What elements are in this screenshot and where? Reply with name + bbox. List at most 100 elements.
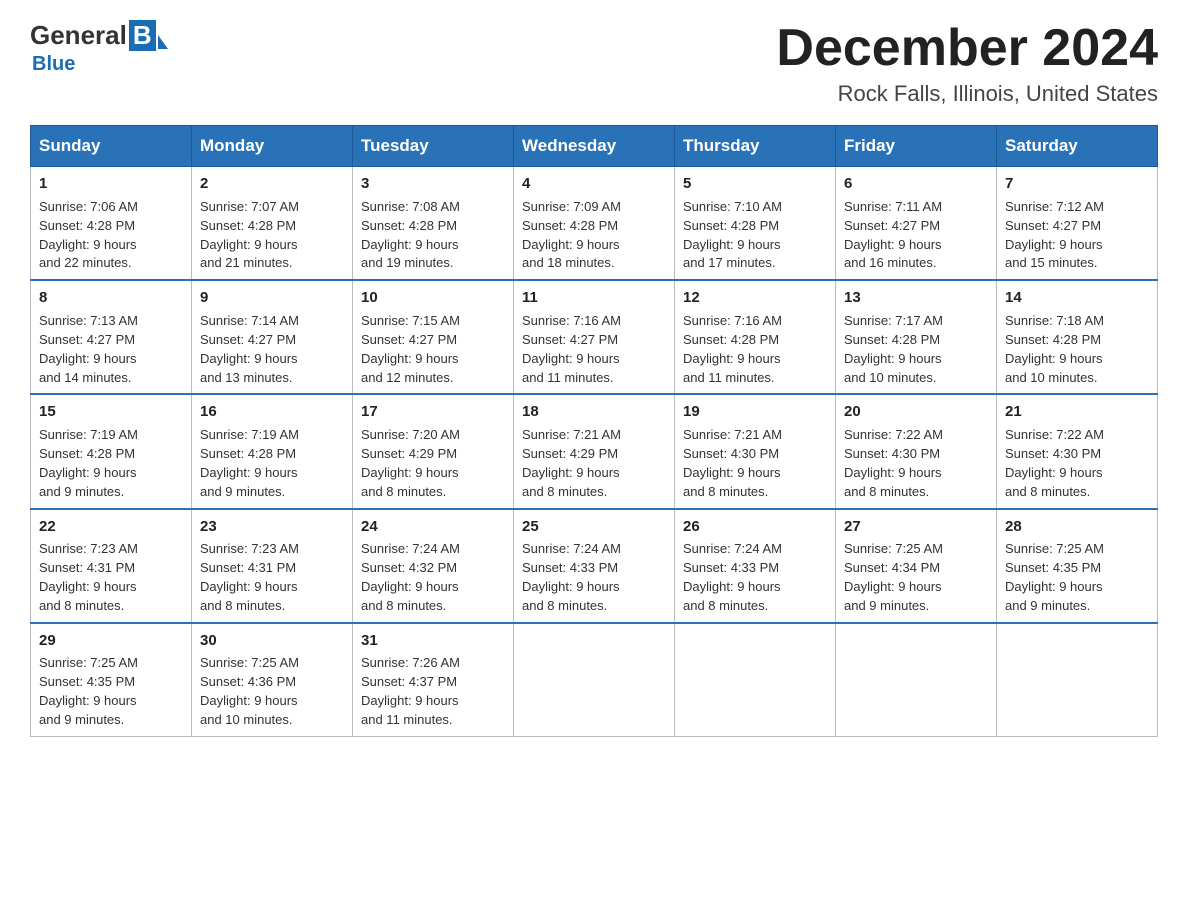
day-info: Sunrise: 7:21 AMSunset: 4:29 PMDaylight:…: [522, 426, 666, 501]
day-info: Sunrise: 7:19 AMSunset: 4:28 PMDaylight:…: [39, 426, 183, 501]
table-row: [836, 623, 997, 737]
calendar-week-row: 29Sunrise: 7:25 AMSunset: 4:35 PMDayligh…: [31, 623, 1158, 737]
day-info: Sunrise: 7:16 AMSunset: 4:28 PMDaylight:…: [683, 312, 827, 387]
day-number: 7: [1005, 173, 1149, 195]
logo-blue-label: Blue: [32, 53, 75, 76]
day-info: Sunrise: 7:12 AMSunset: 4:27 PMDaylight:…: [1005, 198, 1149, 273]
day-number: 29: [39, 630, 183, 652]
table-row: 13Sunrise: 7:17 AMSunset: 4:28 PMDayligh…: [836, 280, 997, 394]
table-row: 6Sunrise: 7:11 AMSunset: 4:27 PMDaylight…: [836, 167, 997, 281]
day-info: Sunrise: 7:25 AMSunset: 4:36 PMDaylight:…: [200, 654, 344, 729]
logo-blue-box: B: [129, 20, 156, 51]
table-row: 25Sunrise: 7:24 AMSunset: 4:33 PMDayligh…: [514, 509, 675, 623]
calendar-week-row: 1 Sunrise: 7:06 AMSunset: 4:28 PMDaylight…: [31, 167, 1158, 281]
day-number: 4: [522, 173, 666, 195]
col-tuesday: Tuesday: [353, 126, 514, 167]
col-monday: Monday: [192, 126, 353, 167]
day-info: Sunrise: 7:22 AMSunset: 4:30 PMDaylight:…: [844, 426, 988, 501]
day-info: Sunrise: 7:15 AMSunset: 4:27 PMDaylight:…: [361, 312, 505, 387]
day-info: Sunrise: 7:23 AMSunset: 4:31 PMDaylight:…: [200, 540, 344, 615]
day-info: Sunrise: 7:13 AMSunset: 4:27 PMDaylight:…: [39, 312, 183, 387]
table-row: 24Sunrise: 7:24 AMSunset: 4:32 PMDayligh…: [353, 509, 514, 623]
day-number: 11: [522, 287, 666, 309]
day-number: 9: [200, 287, 344, 309]
title-block: December 2024 Rock Falls, Illinois, Unit…: [776, 20, 1158, 107]
day-number: 26: [683, 516, 827, 538]
table-row: 18 Sunrise: 7:21 AMSunset: 4:29 PMDayligh…: [514, 394, 675, 508]
calendar-header-row: Sunday Monday Tuesday Wednesday Thursday…: [31, 126, 1158, 167]
col-wednesday: Wednesday: [514, 126, 675, 167]
day-info: Sunrise: 7:11 AMSunset: 4:27 PMDaylight:…: [844, 198, 988, 273]
day-number: 30: [200, 630, 344, 652]
table-row: 28Sunrise: 7:25 AMSunset: 4:35 PMDayligh…: [997, 509, 1158, 623]
table-row: 8 Sunrise: 7:13 AMSunset: 4:27 PMDaylight…: [31, 280, 192, 394]
table-row: 21 Sunrise: 7:22 AMSunset: 4:30 PMDayligh…: [997, 394, 1158, 508]
table-row: 5 Sunrise: 7:10 AMSunset: 4:28 PMDaylight…: [675, 167, 836, 281]
col-thursday: Thursday: [675, 126, 836, 167]
table-row: 19Sunrise: 7:21 AMSunset: 4:30 PMDayligh…: [675, 394, 836, 508]
day-info: Sunrise: 7:26 AMSunset: 4:37 PMDaylight:…: [361, 654, 505, 729]
table-row: 27Sunrise: 7:25 AMSunset: 4:34 PMDayligh…: [836, 509, 997, 623]
table-row: [675, 623, 836, 737]
table-row: 3 Sunrise: 7:08 AMSunset: 4:28 PMDaylight…: [353, 167, 514, 281]
table-row: 17Sunrise: 7:20 AMSunset: 4:29 PMDayligh…: [353, 394, 514, 508]
day-number: 2: [200, 173, 344, 195]
day-info: Sunrise: 7:20 AMSunset: 4:29 PMDaylight:…: [361, 426, 505, 501]
table-row: 11 Sunrise: 7:16 AMSunset: 4:27 PMDayligh…: [514, 280, 675, 394]
day-info: Sunrise: 7:21 AMSunset: 4:30 PMDaylight:…: [683, 426, 827, 501]
day-info: Sunrise: 7:06 AMSunset: 4:28 PMDaylight:…: [39, 198, 183, 273]
table-row: 14Sunrise: 7:18 AMSunset: 4:28 PMDayligh…: [997, 280, 1158, 394]
table-row: 16 Sunrise: 7:19 AMSunset: 4:28 PMDayligh…: [192, 394, 353, 508]
day-number: 20: [844, 401, 988, 423]
table-row: 9Sunrise: 7:14 AMSunset: 4:27 PMDaylight…: [192, 280, 353, 394]
day-info: Sunrise: 7:10 AMSunset: 4:28 PMDaylight:…: [683, 198, 827, 273]
table-row: 31Sunrise: 7:26 AMSunset: 4:37 PMDayligh…: [353, 623, 514, 737]
calendar-week-row: 22Sunrise: 7:23 AMSunset: 4:31 PMDayligh…: [31, 509, 1158, 623]
table-row: 10Sunrise: 7:15 AMSunset: 4:27 PMDayligh…: [353, 280, 514, 394]
day-info: Sunrise: 7:16 AMSunset: 4:27 PMDaylight:…: [522, 312, 666, 387]
table-row: 7 Sunrise: 7:12 AMSunset: 4:27 PMDaylight…: [997, 167, 1158, 281]
day-number: 18: [522, 401, 666, 423]
page-header: General B Blue December 2024 Rock Falls,…: [30, 20, 1158, 107]
day-info: Sunrise: 7:22 AMSunset: 4:30 PMDaylight:…: [1005, 426, 1149, 501]
col-friday: Friday: [836, 126, 997, 167]
table-row: 20 Sunrise: 7:22 AMSunset: 4:30 PMDayligh…: [836, 394, 997, 508]
table-row: 30Sunrise: 7:25 AMSunset: 4:36 PMDayligh…: [192, 623, 353, 737]
calendar-week-row: 15Sunrise: 7:19 AMSunset: 4:28 PMDayligh…: [31, 394, 1158, 508]
day-number: 23: [200, 516, 344, 538]
day-number: 31: [361, 630, 505, 652]
day-info: Sunrise: 7:24 AMSunset: 4:32 PMDaylight:…: [361, 540, 505, 615]
day-info: Sunrise: 7:25 AMSunset: 4:35 PMDaylight:…: [1005, 540, 1149, 615]
logo: General B Blue: [30, 20, 168, 76]
day-number: 5: [683, 173, 827, 195]
day-number: 21: [1005, 401, 1149, 423]
table-row: 1 Sunrise: 7:06 AMSunset: 4:28 PMDaylight…: [31, 167, 192, 281]
day-info: Sunrise: 7:24 AMSunset: 4:33 PMDaylight:…: [522, 540, 666, 615]
day-number: 22: [39, 516, 183, 538]
day-number: 27: [844, 516, 988, 538]
day-info: Sunrise: 7:08 AMSunset: 4:28 PMDaylight:…: [361, 198, 505, 273]
table-row: 26Sunrise: 7:24 AMSunset: 4:33 PMDayligh…: [675, 509, 836, 623]
day-number: 1: [39, 173, 183, 195]
day-info: Sunrise: 7:17 AMSunset: 4:28 PMDaylight:…: [844, 312, 988, 387]
day-info: Sunrise: 7:23 AMSunset: 4:31 PMDaylight:…: [39, 540, 183, 615]
day-number: 8: [39, 287, 183, 309]
day-info: Sunrise: 7:19 AMSunset: 4:28 PMDaylight:…: [200, 426, 344, 501]
day-number: 3: [361, 173, 505, 195]
day-info: Sunrise: 7:18 AMSunset: 4:28 PMDaylight:…: [1005, 312, 1149, 387]
day-info: Sunrise: 7:24 AMSunset: 4:33 PMDaylight:…: [683, 540, 827, 615]
table-row: [997, 623, 1158, 737]
logo-general-text: General: [30, 20, 127, 51]
col-sunday: Sunday: [31, 126, 192, 167]
day-info: Sunrise: 7:09 AMSunset: 4:28 PMDaylight:…: [522, 198, 666, 273]
day-info: Sunrise: 7:25 AMSunset: 4:35 PMDaylight:…: [39, 654, 183, 729]
day-number: 24: [361, 516, 505, 538]
calendar-week-row: 8 Sunrise: 7:13 AMSunset: 4:27 PMDaylight…: [31, 280, 1158, 394]
col-saturday: Saturday: [997, 126, 1158, 167]
day-number: 16: [200, 401, 344, 423]
calendar-subtitle: Rock Falls, Illinois, United States: [776, 81, 1158, 107]
logo-triangle-icon: [158, 35, 168, 49]
table-row: 12Sunrise: 7:16 AMSunset: 4:28 PMDayligh…: [675, 280, 836, 394]
table-row: 4 Sunrise: 7:09 AMSunset: 4:28 PMDaylight…: [514, 167, 675, 281]
table-row: [514, 623, 675, 737]
